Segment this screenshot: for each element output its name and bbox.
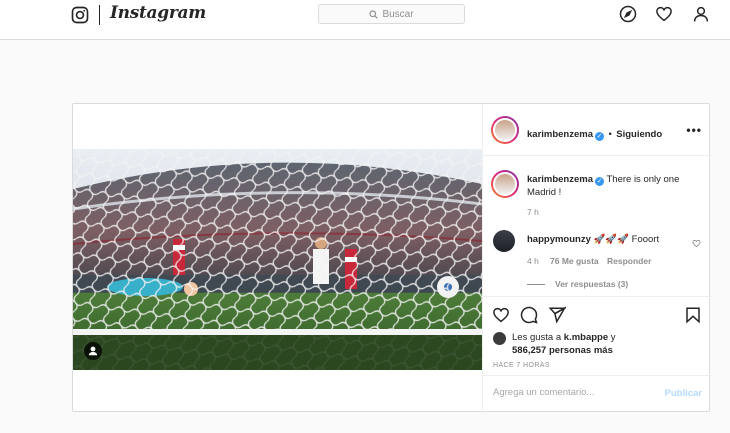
caption-time[interactable]: 7 h: [527, 207, 539, 217]
instagram-glyph-icon[interactable]: [71, 6, 89, 24]
verified-badge-icon: ✓: [595, 132, 605, 141]
compass-icon[interactable]: [619, 5, 637, 23]
liker-avatar[interactable]: [493, 332, 506, 345]
stadium-goal-image: [73, 149, 482, 370]
comments-section: karimbenzema ✓ There is only one Madrid !…: [483, 156, 712, 296]
like-heart-icon[interactable]: [492, 306, 510, 324]
story-ring[interactable]: [491, 116, 519, 144]
logo-divider: [99, 5, 100, 25]
comment-time[interactable]: 4 h: [527, 256, 539, 266]
following-button[interactable]: Siguiendo: [616, 129, 662, 140]
reply-button[interactable]: Responder: [607, 256, 651, 266]
header-info: karimbenzema ✓ • Siguiendo: [527, 124, 662, 142]
comment-input[interactable]: [493, 387, 653, 398]
author-avatar: [493, 118, 517, 142]
post-card: karimbenzema ✓ • Siguiendo ••• karimbenze…: [72, 103, 712, 413]
view-replies-button[interactable]: Ver respuestas (3): [555, 279, 628, 289]
likes-joiner: y: [610, 332, 616, 343]
comment-username[interactable]: happymounzy: [527, 234, 591, 245]
likes-user-link[interactable]: k.mbappe: [564, 332, 608, 343]
likes-prefix: Les gusta a: [512, 332, 562, 343]
search-icon: [369, 9, 379, 19]
likes-summary: Les gusta a k.mbappe y 586,257 personas …: [493, 331, 616, 357]
profile-icon[interactable]: [692, 5, 710, 23]
heart-icon[interactable]: [655, 5, 673, 23]
comment-body: happymounzy 🚀🚀🚀 Fooort: [527, 234, 677, 245]
post-photo[interactable]: [73, 149, 482, 370]
share-paper-plane-icon[interactable]: [548, 306, 566, 324]
tagged-users-button[interactable]: [84, 342, 102, 360]
caption-username[interactable]: karimbenzema: [527, 174, 593, 185]
publish-button[interactable]: Publicar: [665, 388, 703, 399]
post-timestamp[interactable]: HACE 7 HORAS: [493, 362, 550, 369]
commenter-avatar[interactable]: [493, 230, 515, 252]
post-header: karimbenzema ✓ • Siguiendo •••: [483, 104, 712, 156]
comment-bubble-icon[interactable]: [520, 306, 538, 324]
search-box[interactable]: Buscar: [318, 4, 465, 24]
comment-likes[interactable]: 76 Me gusta: [550, 256, 599, 266]
comment-text: 🚀🚀🚀 Fooort: [593, 234, 660, 245]
author-username[interactable]: karimbenzema: [527, 129, 593, 140]
save-bookmark-icon[interactable]: [684, 306, 702, 324]
instagram-wordmark[interactable]: Instagram: [110, 3, 206, 23]
follow-separator: •: [608, 129, 612, 140]
caption-story-ring[interactable]: [491, 170, 519, 198]
caption: karimbenzema ✓ There is only one Madrid !: [527, 173, 697, 199]
caption-avatar: [493, 172, 517, 196]
likes-count-link[interactable]: 586,257 personas más: [512, 345, 613, 356]
post-actions: Les gusta a k.mbappe y 586,257 personas …: [483, 296, 712, 413]
user-tag-icon: [88, 346, 98, 356]
post-sidebar: karimbenzema ✓ • Siguiendo ••• karimbenze…: [482, 104, 712, 413]
top-navigation-bar: Instagram Buscar: [0, 0, 730, 40]
replies-line: [527, 284, 545, 285]
add-comment-form: Publicar: [483, 375, 712, 414]
comment-like-heart-icon[interactable]: [692, 239, 701, 248]
search-placeholder: Buscar: [382, 8, 414, 20]
caption-verified-icon: ✓: [595, 177, 605, 186]
likes-text: Les gusta a k.mbappe y 586,257 personas …: [512, 331, 616, 357]
more-options-button[interactable]: •••: [686, 123, 702, 137]
